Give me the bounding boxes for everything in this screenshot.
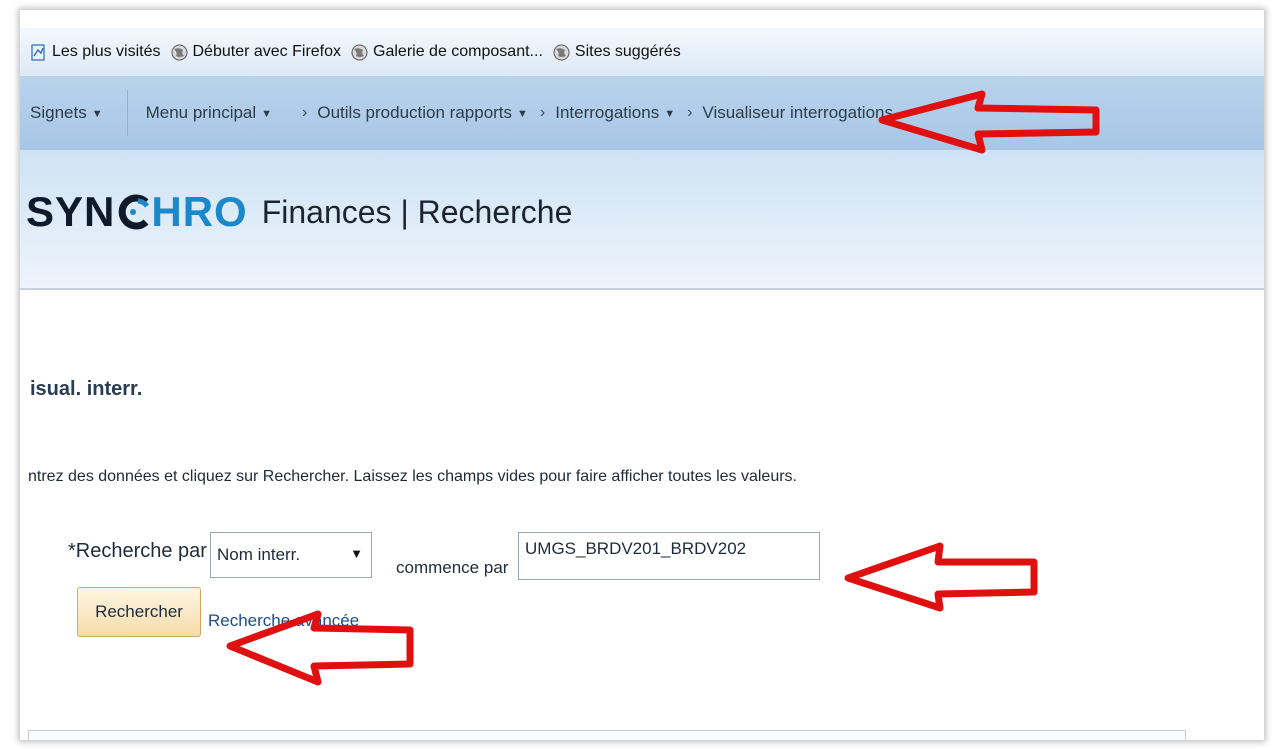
bookmark-label: Débuter avec Firefox <box>192 43 342 60</box>
breadcrumb-reporting-tools[interactable]: Outils production rapports ▼ <box>317 103 528 123</box>
nav-divider <box>126 90 128 136</box>
annotation-arrow-icon <box>878 90 1100 154</box>
breadcrumb-query-viewer[interactable]: Visualiseur interrogations <box>702 103 893 123</box>
bookmarks-toolbar: Les plus visités Débuter avec Firefox Ga… <box>20 28 1264 77</box>
search-button[interactable]: Rechercher <box>77 587 201 637</box>
instructions-text: ntrez des données et cliquez sur Recherc… <box>28 468 797 485</box>
globe-icon <box>553 44 570 60</box>
bookmark-getting-started[interactable]: Débuter avec Firefox <box>171 43 342 61</box>
logo-text-blue: HRO <box>151 188 248 235</box>
results-panel <box>28 730 1186 740</box>
bookmark-suggested-sites[interactable]: Sites suggérés <box>553 43 681 61</box>
chevron-right-icon: › <box>687 104 693 121</box>
bookmarks-menu-label: Signets <box>30 103 87 122</box>
caret-down-icon: ▼ <box>91 108 103 120</box>
breadcrumb-label: Interrogations <box>555 103 660 122</box>
search-field-value: Nom interr. <box>217 545 301 564</box>
bookmark-label: Les plus visités <box>52 43 161 60</box>
browser-frame: Les plus visités Débuter avec Firefox Ga… <box>20 10 1264 740</box>
logo-text-dark: SYN <box>26 188 116 235</box>
annotation-arrow-icon <box>844 542 1038 612</box>
annotation-arrow-icon <box>226 610 414 686</box>
logo-c-mark <box>119 194 150 230</box>
search-by-label: *Recherche par <box>68 540 207 562</box>
globe-icon <box>351 44 368 60</box>
bookmark-most-visited[interactable]: Les plus visités <box>30 43 161 61</box>
bookmark-label: Sites suggérés <box>574 43 681 60</box>
page-icon <box>31 43 45 61</box>
dropdown-arrow-icon[interactable]: ▼ <box>350 546 363 561</box>
search-value-input[interactable] <box>518 532 820 580</box>
bookmarks-menu[interactable]: Signets ▼ <box>30 103 103 123</box>
main-menu[interactable]: Menu principal ▼ <box>146 103 272 123</box>
caret-down-icon: ▼ <box>664 108 676 120</box>
bookmark-gallery[interactable]: Galerie de composant... <box>351 43 543 61</box>
operator-label: commence par <box>396 558 509 577</box>
app-header: SYN HRO Finances | Recherche <box>20 150 1264 290</box>
synchro-logo: SYN HRO Finances | Recherche <box>26 188 572 236</box>
globe-icon <box>171 44 187 60</box>
page-header-title: Finances | Recherche <box>261 193 573 230</box>
page-title: isual. interr. <box>30 378 143 400</box>
main-menu-label: Menu principal <box>145 103 257 122</box>
breadcrumb-label: Outils production rapports <box>317 103 513 122</box>
chevron-right-icon: › <box>539 104 546 121</box>
caret-down-icon: ▼ <box>517 108 528 120</box>
chevron-right-icon: › <box>302 104 308 121</box>
search-field-select[interactable]: Nom interr. ▼ <box>210 532 372 578</box>
breadcrumb-queries[interactable]: Interrogations ▼ <box>555 103 675 123</box>
caret-down-icon: ▼ <box>261 108 273 120</box>
breadcrumb-label: Visualiseur interrogations <box>702 103 893 122</box>
bookmark-label: Galerie de composant... <box>373 43 543 60</box>
